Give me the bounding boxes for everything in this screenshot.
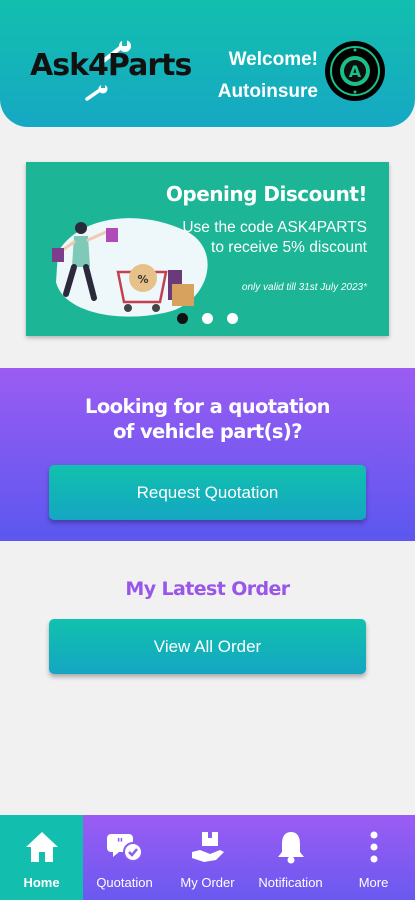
- carousel-dot[interactable]: [177, 313, 188, 324]
- nav-label: Home: [23, 875, 60, 890]
- promo-banner[interactable]: % Opening Discount! Use the code ASK4PAR…: [26, 162, 389, 336]
- quotation-chat-icon: ": [106, 834, 143, 862]
- nav-item-more[interactable]: More: [332, 815, 415, 900]
- latest-order-title: My Latest Order: [125, 578, 290, 600]
- logo-text: Ask4Parts: [30, 48, 192, 83]
- quotation-heading-line1: Looking for a quotation: [85, 395, 331, 418]
- svg-text:%: %: [137, 273, 148, 286]
- nav-label: Notification: [258, 875, 323, 890]
- quotation-section: Looking for a quotation of vehicle part(…: [0, 368, 415, 541]
- app-logo: Ask4Parts: [30, 40, 192, 102]
- avatar[interactable]: A: [325, 41, 385, 101]
- quotation-heading: Looking for a quotation of vehicle part(…: [0, 394, 415, 444]
- autoinsure-badge-icon: A: [330, 46, 380, 96]
- user-name: Autoinsure: [217, 81, 318, 102]
- request-quotation-button[interactable]: Request Quotation: [49, 465, 366, 520]
- welcome-greeting: Welcome!: [228, 49, 318, 70]
- app-header: Ask4Parts Welcome! Autoinsure A: [0, 0, 415, 127]
- carousel-dot[interactable]: [227, 313, 238, 324]
- nav-item-quotation[interactable]: " Quotation: [83, 815, 166, 900]
- bottom-nav: Home " Quotation My Order Notification M…: [0, 815, 415, 900]
- carousel-indicator: [26, 313, 389, 324]
- nav-label: My Order: [180, 875, 235, 890]
- order-box-icon: [191, 832, 224, 862]
- wrench-small-icon: [85, 84, 108, 101]
- promo-validity-note: only valid till 31st July 2023*: [241, 282, 367, 293]
- svg-text:A: A: [349, 62, 362, 81]
- nav-item-my-order[interactable]: My Order: [166, 815, 249, 900]
- carousel-dot[interactable]: [202, 313, 213, 324]
- home-icon: [25, 832, 58, 862]
- bell-icon: [277, 832, 304, 864]
- welcome-text: Welcome! Autoinsure: [218, 44, 318, 108]
- nav-label: Quotation: [96, 875, 153, 890]
- view-all-order-button[interactable]: View All Order: [49, 619, 366, 674]
- promo-text: Use the code ASK4PARTS to receive 5% dis…: [182, 219, 367, 256]
- svg-text:": ": [116, 837, 123, 852]
- nav-item-notification[interactable]: Notification: [249, 815, 332, 900]
- quotation-heading-line2: of vehicle part(s)?: [113, 420, 302, 443]
- nav-item-home[interactable]: Home: [0, 815, 83, 900]
- promo-title: Opening Discount!: [165, 182, 368, 206]
- nav-label: More: [358, 875, 389, 890]
- more-vertical-icon: [370, 831, 377, 863]
